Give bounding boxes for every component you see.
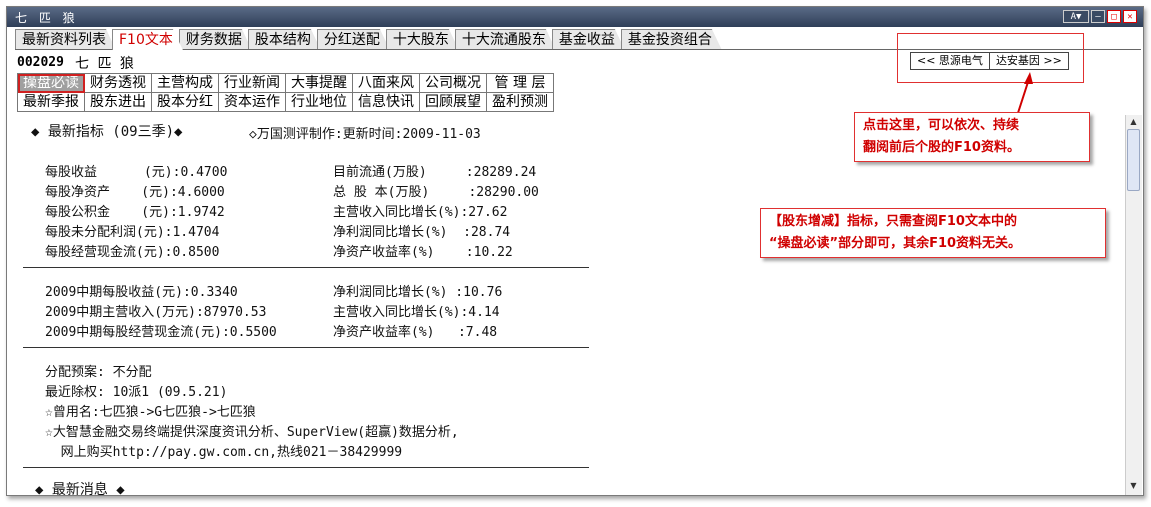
f10-category-grid: 操盘必读 财务透视 主营构成 行业新闻 大事提醒 八面来风 公司概况 管 理 层… <box>17 73 554 112</box>
grid-item-financial-view[interactable]: 财务透视 <box>84 73 152 93</box>
tab-latest-list[interactable]: 最新资料列表 <box>15 29 116 50</box>
maximize-icon[interactable]: □ <box>1107 10 1121 23</box>
grid-item-all-sides[interactable]: 八面来风 <box>352 73 420 93</box>
grid-item-share-dividend[interactable]: 股本分红 <box>151 92 219 112</box>
divider <box>23 347 589 348</box>
stock-code: 002029 <box>17 55 64 70</box>
close-icon[interactable]: ✕ <box>1123 10 1137 23</box>
callout-text: 点击这里，可以依次、持续 <box>863 118 1020 133</box>
grid-row: 操盘必读 财务透视 主营构成 行业新闻 大事提醒 八面来风 公司概况 管 理 层 <box>17 73 554 93</box>
indicator-line: 每股经营现金流(元):0.8500 <box>45 245 220 260</box>
window-title: 七 匹 狼 <box>15 11 79 25</box>
prev-stock-button[interactable]: << 思源电气 <box>910 52 990 70</box>
misc-line: 分配预案: 不分配 <box>45 365 152 380</box>
font-toggle-button[interactable]: A▼ <box>1063 10 1089 23</box>
misc-line: 最近除权: 10派1 (09.5.21) <box>45 385 228 400</box>
grid-item-main-business[interactable]: 主营构成 <box>151 73 219 93</box>
indicator-line: 每股收益 (元):0.4700 <box>45 165 228 180</box>
grid-item-review-outlook[interactable]: 回顾展望 <box>419 92 487 112</box>
stock-nav: << 思源电气 达安基因 >> <box>910 52 1069 70</box>
grid-item-trading-must-read[interactable]: 操盘必读 <box>17 73 85 93</box>
grid-item-industry-news[interactable]: 行业新闻 <box>218 73 286 93</box>
callout-holder-hint: 【股东增减】指标，只需查阅F10文本中的 “操盘必读”部分即可，其余F10资料无… <box>760 208 1106 258</box>
grid-item-holder-changes[interactable]: 股东进出 <box>84 92 152 112</box>
grid-item-latest-quarterly[interactable]: 最新季报 <box>17 92 85 112</box>
tab-f10-text[interactable]: F10文本 <box>112 29 183 50</box>
title-bar[interactable]: 七 匹 狼 A▼ – □ ✕ <box>7 7 1143 27</box>
grid-item-major-events[interactable]: 大事提醒 <box>285 73 353 93</box>
misc-line: ☆曾用名:七匹狼->G七匹狼->七匹狼 <box>45 405 256 420</box>
callout-nav-hint: 点击这里，可以依次、持续 翻阅前后个股的F10资料。 <box>854 112 1090 162</box>
callout-text: 【股东增减】指标，只需查阅F10文本中的 <box>769 214 1017 229</box>
misc-line: 网上购买http://pay.gw.com.cn,热线021－38429999 <box>45 445 403 460</box>
scroll-up-icon[interactable]: ▲ <box>1128 117 1139 127</box>
f10-text-content: ◆ 最新指标 (09三季)◆ ◇万国测评制作:更新时间:2009-11-03 每… <box>17 115 1127 495</box>
interim-line: 2009中期每股经营现金流(元):0.5500 <box>45 325 277 340</box>
tab-financial-data[interactable]: 财务数据 <box>179 29 252 50</box>
interim-line: 净利润同比增长(%) :10.76 <box>333 285 503 300</box>
indicator-line: 每股未分配利润(元):1.4704 <box>45 225 220 240</box>
callout-text: 翻阅前后个股的F10资料。 <box>863 140 1020 155</box>
indicator-line: 总 股 本(万股) :28290.00 <box>333 185 539 200</box>
interim-line: 净资产收益率(%) :7.48 <box>333 325 498 340</box>
news-title: ◆ 最新消息 ◆ <box>35 482 125 495</box>
tab-fund-portfolio[interactable]: 基金投资组合 <box>621 29 722 50</box>
grid-row: 最新季报 股东进出 股本分红 资本运作 行业地位 信息快讯 回顾展望 盈利预测 <box>17 92 554 112</box>
indicator-line: 每股净资产 (元):4.6000 <box>45 185 225 200</box>
next-stock-button[interactable]: 达安基因 >> <box>989 52 1069 70</box>
tab-fund-income[interactable]: 基金收益 <box>552 29 625 50</box>
interim-line: 2009中期主营收入(万元):87970.53 <box>45 305 267 320</box>
grid-item-capital-ops[interactable]: 资本运作 <box>218 92 286 112</box>
tab-strip: 最新资料列表 F10文本 财务数据 股本结构 分红送配 十大股东 十大流通股东 … <box>15 29 718 51</box>
grid-item-management[interactable]: 管 理 层 <box>486 73 554 93</box>
callout-text: “操盘必读”部分即可，其余F10资料无关。 <box>769 236 1022 251</box>
interim-line: 主营收入同比增长(%):4.14 <box>333 305 500 320</box>
minimize-icon[interactable]: – <box>1091 10 1105 23</box>
indicator-line: 净利润同比增长(%) :28.74 <box>333 225 511 240</box>
indicator-line: 目前流通(万股) :28289.24 <box>333 165 537 180</box>
grid-item-news-flash[interactable]: 信息快讯 <box>352 92 420 112</box>
grid-item-profit-forecast[interactable]: 盈利预测 <box>486 92 554 112</box>
tab-dividends[interactable]: 分红送配 <box>317 29 390 50</box>
tab-top10-float-holders[interactable]: 十大流通股东 <box>455 29 556 50</box>
section-title: ◆ 最新指标 (09三季)◆ <box>31 124 183 140</box>
stock-name: 七 匹 狼 <box>75 56 136 72</box>
misc-line: ☆大智慧金融交易终端提供深度资讯分析、SuperView(超赢)数据分析, <box>45 425 459 440</box>
tab-share-structure[interactable]: 股本结构 <box>248 29 321 50</box>
scroll-down-icon[interactable]: ▼ <box>1128 481 1139 491</box>
interim-line: 2009中期每股收益(元):0.3340 <box>45 285 238 300</box>
vertical-scrollbar[interactable]: ▲ ▼ <box>1125 115 1142 495</box>
source-note: ◇万国测评制作:更新时间:2009-11-03 <box>249 127 481 142</box>
indicator-line: 净资产收益率(%) :10.22 <box>333 245 513 260</box>
divider <box>23 267 589 268</box>
indicator-line: 主营收入同比增长(%):27.62 <box>333 205 508 220</box>
grid-item-industry-position[interactable]: 行业地位 <box>285 92 353 112</box>
divider <box>23 467 589 468</box>
indicator-line: 每股公积金 (元):1.9742 <box>45 205 225 220</box>
tab-top10-holders[interactable]: 十大股东 <box>386 29 459 50</box>
grid-item-company-profile[interactable]: 公司概况 <box>419 73 487 93</box>
scroll-thumb[interactable] <box>1127 129 1140 191</box>
